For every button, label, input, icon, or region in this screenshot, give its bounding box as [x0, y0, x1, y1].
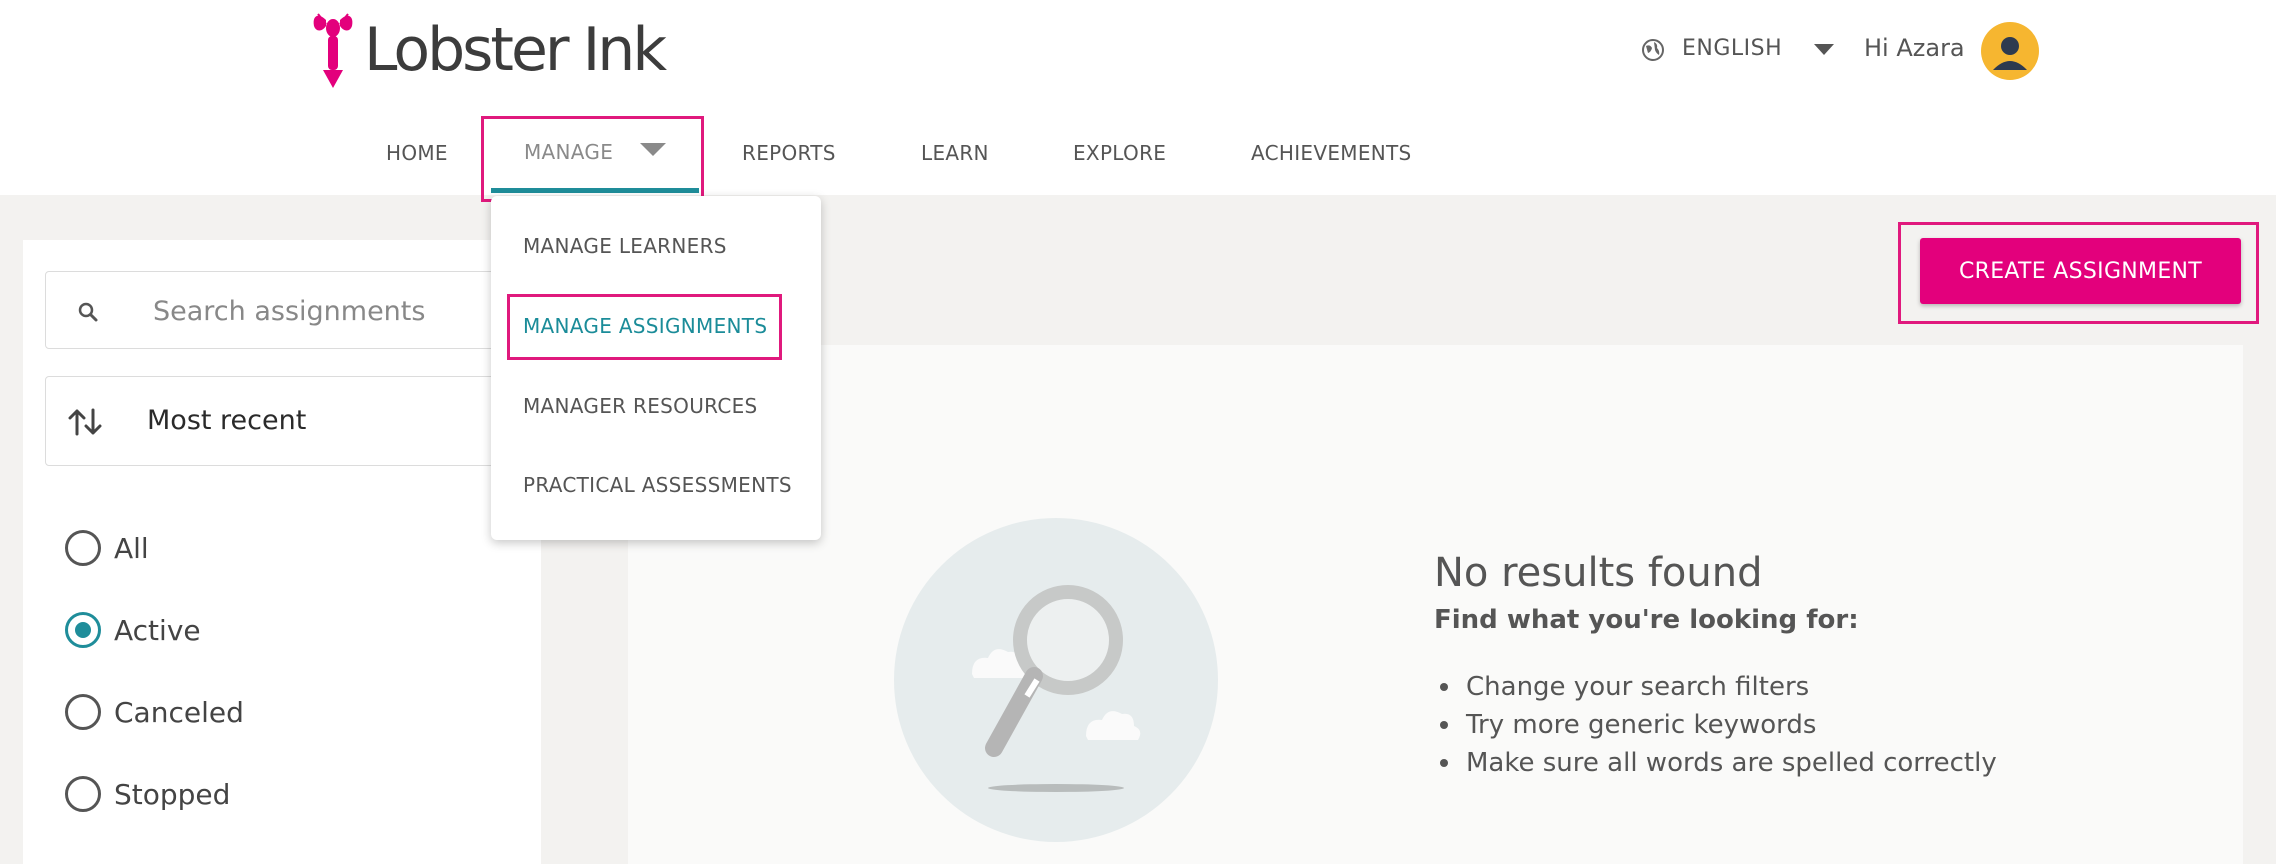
- sort-dropdown[interactable]: Most recent: [45, 376, 525, 466]
- radio-button[interactable]: [65, 530, 101, 566]
- avatar[interactable]: [1981, 22, 2039, 80]
- main-nav: HOME MANAGE REPORTS LEARN EXPLORE ACHIEV…: [0, 115, 2276, 195]
- top-header: Lobster Ink ENGLISH Hi Azara HOME MANAGE…: [0, 0, 2276, 195]
- globe-icon: [1642, 39, 1664, 61]
- filter-panel: Search assignments Most recent All Activ…: [23, 240, 541, 864]
- create-assignment-button[interactable]: CREATE ASSIGNMENT: [1920, 238, 2241, 304]
- nav-item-achievements[interactable]: ACHIEVEMENTS: [1251, 141, 1412, 165]
- status-radio-active[interactable]: Active: [65, 610, 201, 650]
- manage-dropdown-menu: MANAGE LEARNERS MANAGE ASSIGNMENTS MANAG…: [491, 196, 821, 540]
- user-icon: [1993, 37, 2027, 70]
- empty-state-subtitle: Find what you're looking for:: [1434, 605, 1859, 635]
- radio-label: Active: [114, 613, 201, 647]
- sort-label: Most recent: [147, 405, 307, 436]
- list-item: Make sure all words are spelled correctl…: [1440, 744, 1997, 782]
- brand-name: Lobster Ink: [364, 15, 667, 85]
- search-placeholder: Search assignments: [153, 296, 426, 327]
- search-icon: [78, 302, 98, 322]
- status-radio-stopped[interactable]: Stopped: [65, 774, 230, 814]
- menu-item-manage-learners[interactable]: MANAGE LEARNERS: [523, 234, 727, 258]
- nav-item-reports[interactable]: REPORTS: [742, 141, 836, 165]
- empty-state-tips: Change your search filters Try more gene…: [1440, 668, 1997, 782]
- nav-item-explore[interactable]: EXPLORE: [1073, 141, 1166, 165]
- lobster-logo-icon: [313, 13, 353, 88]
- radio-button-checked[interactable]: [65, 612, 101, 648]
- sort-icon: [68, 408, 102, 436]
- radio-button[interactable]: [65, 694, 101, 730]
- menu-item-manage-assignments[interactable]: MANAGE ASSIGNMENTS: [523, 314, 767, 338]
- empty-state-title: No results found: [1434, 550, 1763, 596]
- brand-logo[interactable]: Lobster Ink: [308, 10, 667, 90]
- chevron-down-icon[interactable]: [1814, 44, 1834, 55]
- nav-item-learn[interactable]: LEARN: [921, 141, 989, 165]
- list-item: Try more generic keywords: [1440, 706, 1997, 744]
- menu-item-manager-resources[interactable]: MANAGER RESOURCES: [523, 394, 758, 418]
- nav-item-home[interactable]: HOME: [386, 141, 448, 165]
- magnifier-illustration-icon: [894, 518, 1218, 842]
- user-greeting: Hi Azara: [1864, 34, 1965, 62]
- status-radio-canceled[interactable]: Canceled: [65, 692, 244, 732]
- radio-label: Canceled: [114, 695, 244, 729]
- language-selector[interactable]: ENGLISH: [1682, 36, 1782, 61]
- radio-label: Stopped: [114, 777, 231, 811]
- search-input[interactable]: Search assignments: [45, 271, 525, 349]
- chevron-down-icon[interactable]: [640, 143, 666, 156]
- radio-label: All: [114, 531, 149, 565]
- list-item: Change your search filters: [1440, 668, 1997, 706]
- menu-item-practical-assessments[interactable]: PRACTICAL ASSESSMENTS: [523, 473, 792, 497]
- status-radio-all[interactable]: All: [65, 528, 149, 568]
- active-tab-indicator: [491, 188, 699, 193]
- radio-button[interactable]: [65, 776, 101, 812]
